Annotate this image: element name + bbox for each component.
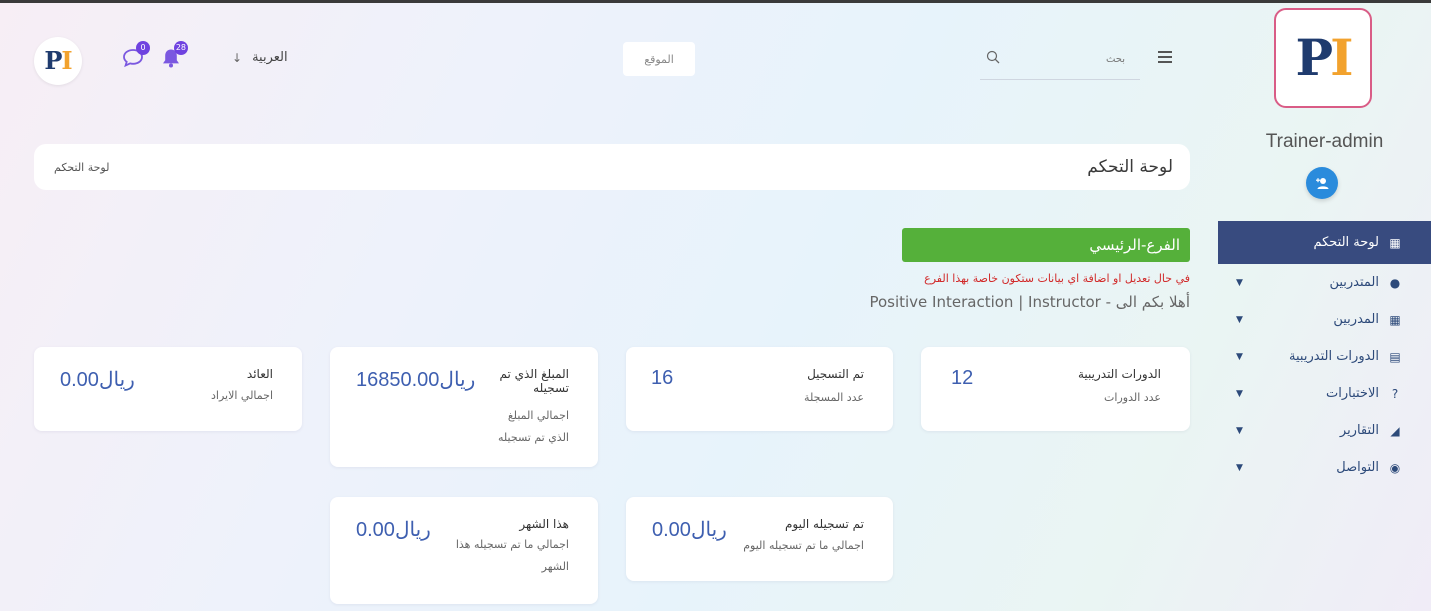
sidebar-item-2[interactable]: ▦ المدربين ▼: [1218, 301, 1431, 338]
stat-value: 0.00ريال: [60, 369, 135, 391]
user-avatar-button[interactable]: [1306, 167, 1338, 199]
notifications-button[interactable]: 28: [160, 41, 188, 69]
header-logo[interactable]: PI: [34, 37, 82, 85]
stat-subtitle: عدد المسجلة: [804, 391, 864, 404]
messages-count-badge: 0: [136, 41, 150, 55]
grid-icon: ▦: [1389, 312, 1401, 327]
search-icon[interactable]: [986, 50, 1000, 64]
sidebar-item-4[interactable]: ? الاختبارات ▼: [1218, 375, 1431, 412]
notifications-count-badge: 28: [173, 41, 188, 55]
sidebar-item-0[interactable]: ▦ لوحة التحكم: [1218, 221, 1431, 264]
sidebar-menu: ▦ لوحة التحكم ● المتدربين ▼ ▦ المدربين ▼ ▤ الدورا…: [1218, 221, 1431, 486]
stat-card-registered[interactable]: تم التسجيل عدد المسجلة 16: [626, 347, 893, 431]
sidebar-logo[interactable]: PI: [1274, 8, 1372, 108]
stat-subtitle: عدد الدورات: [1104, 391, 1161, 404]
stat-value: 16: [651, 367, 674, 389]
sidebar-item-label: الدورات التدريبية: [1289, 349, 1379, 364]
stat-card-amount[interactable]: المبلغ الذي تم تسجيله اجمالي المبلغ الذي…: [330, 347, 598, 467]
sidebar-item-label: لوحة التحكم: [1313, 235, 1379, 250]
pi-logo-small: PI: [44, 46, 72, 75]
stat-title: هذا الشهر: [519, 517, 569, 531]
stat-value: 0.00ريال: [356, 519, 431, 541]
caret-down-icon: ▼: [1236, 351, 1243, 362]
stat-subtitle: اجمالي الايراد: [211, 389, 273, 402]
breadcrumb: لوحة التحكم لوحة التحكم: [34, 144, 1190, 190]
caret-down-icon: ▼: [1236, 462, 1243, 473]
caret-down-icon: ▼: [1236, 388, 1243, 399]
sidebar-item-3[interactable]: ▤ الدورات التدريبية ▼: [1218, 338, 1431, 375]
stat-card-today[interactable]: تم تسجيله اليوم اجمالي ما تم تسجيله اليو…: [626, 497, 893, 581]
stat-value: 12: [951, 367, 974, 389]
pi-logo: PI: [1295, 28, 1354, 87]
page-title: لوحة التحكم: [1087, 157, 1173, 177]
site-button[interactable]: الموقع: [623, 42, 695, 76]
stat-card-month[interactable]: هذا الشهر اجمالي ما تم تسجيله هذا الشهر …: [330, 497, 598, 604]
search-bar: [980, 38, 1180, 80]
caret-down-icon: ▼: [1236, 314, 1243, 325]
stat-title: العائد: [246, 367, 273, 381]
messages-button[interactable]: 0: [122, 41, 150, 69]
branch-badge: الفرع-الرئيسي: [902, 228, 1190, 262]
stat-value: 0.00ريال: [652, 519, 727, 541]
sidebar-item-label: الاختبارات: [1326, 386, 1379, 401]
stat-subtitle: اجمالي ما تم تسجيله اليوم: [743, 539, 864, 552]
sidebar-item-1[interactable]: ● المتدربين ▼: [1218, 264, 1431, 301]
sidebar-item-label: التواصل: [1336, 460, 1379, 475]
sidebar-item-label: المدربين: [1333, 312, 1379, 327]
arrow-down-icon: ↓: [232, 50, 243, 65]
user-icon: ●: [1389, 275, 1401, 290]
sidebar-username: Trainer-admin: [1265, 131, 1384, 152]
grid-icon: ▦: [1389, 235, 1401, 250]
branch-warning: في حال تعديل او اضافة اي بيانات ستكون خا…: [924, 272, 1190, 285]
stat-title: تم تسجيله اليوم: [784, 517, 864, 531]
sidebar: PI Trainer-admin ▦ لوحة التحكم ● المتدربين ▼…: [1218, 3, 1431, 611]
caret-down-icon: ▼: [1236, 425, 1243, 436]
sidebar-item-label: المتدربين: [1329, 275, 1379, 290]
caret-down-icon: ▼: [1236, 277, 1243, 288]
sidebar-item-6[interactable]: ◉ التواصل ▼: [1218, 449, 1431, 486]
language-selector[interactable]: العربية ↓: [232, 50, 288, 65]
comments-icon: ◉: [1389, 460, 1401, 475]
stat-title: تم التسجيل: [807, 367, 864, 381]
welcome-text: أهلا بكم الى - Positive Interaction | In…: [869, 293, 1190, 311]
stat-title: المبلغ الذي تم تسجيله: [499, 367, 569, 395]
sidebar-item-5[interactable]: ◢ التقارير ▼: [1218, 412, 1431, 449]
search-underline: [980, 79, 1140, 80]
stat-subtitle: اجمالي ما تم تسجيله هذا الشهر: [455, 538, 569, 573]
language-label: العربية: [252, 50, 288, 65]
sidebar-item-label: التقارير: [1339, 423, 1379, 438]
stat-card-courses[interactable]: الدورات التدريبية عدد الدورات 12: [921, 347, 1190, 431]
user-plus-icon: [1316, 178, 1329, 189]
stat-title: الدورات التدريبية: [1077, 367, 1161, 381]
breadcrumb-current[interactable]: لوحة التحكم: [54, 161, 109, 174]
stat-card-revenue[interactable]: العائد اجمالي الايراد 0.00ريال: [34, 347, 302, 431]
book-icon: ▤: [1389, 349, 1401, 364]
area-chart-icon: ◢: [1390, 423, 1400, 438]
question-circle-icon: ?: [1391, 386, 1399, 401]
stat-value: 16850.00ريال: [356, 369, 476, 391]
top-border: [0, 0, 1431, 3]
stat-subtitle: اجمالي المبلغ الذي تم تسجيله: [497, 409, 569, 444]
search-input[interactable]: [1010, 48, 1125, 70]
hamburger-menu-icon[interactable]: [1158, 51, 1172, 63]
